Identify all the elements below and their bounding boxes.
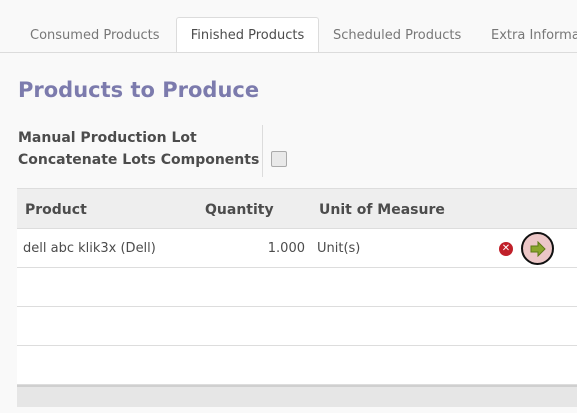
cell-quantity: 1.000	[267, 241, 305, 256]
concatenate-lots-checkbox[interactable]	[271, 151, 287, 167]
table-footer	[17, 385, 577, 407]
section-title: Products to Produce	[18, 78, 260, 102]
concatenate-lots-label: Concatenate Lots Components	[18, 152, 260, 168]
tab-consumed-products[interactable]: Consumed Products	[30, 18, 159, 52]
arrow-right-icon	[530, 241, 546, 257]
table-row[interactable]: dell abc klik3x (Dell) 1.000 Unit(s) ✕	[17, 229, 577, 268]
column-header-quantity[interactable]: Quantity	[205, 202, 274, 218]
cell-uom: Unit(s)	[317, 241, 361, 256]
delete-icon[interactable]: ✕	[499, 242, 513, 256]
column-header-product[interactable]: Product	[25, 202, 87, 218]
table-row-empty	[17, 268, 577, 307]
produce-button[interactable]	[521, 232, 554, 265]
table-row-empty	[17, 307, 577, 346]
tab-finished-products[interactable]: Finished Products	[176, 17, 319, 52]
table-header: Product Quantity Unit of Measure	[17, 188, 577, 229]
field-divider	[262, 125, 263, 177]
notebook-tabs: Consumed Products Finished Products Sche…	[0, 0, 577, 53]
manual-production-lot-label: Manual Production Lot	[18, 130, 197, 146]
tab-scheduled-products[interactable]: Scheduled Products	[333, 18, 461, 52]
products-table: Product Quantity Unit of Measure dell ab…	[17, 188, 577, 407]
tab-extra-information[interactable]: Extra Information	[491, 18, 577, 52]
table-row-empty	[17, 346, 577, 385]
cell-product: dell abc klik3x (Dell)	[23, 241, 156, 256]
column-header-uom[interactable]: Unit of Measure	[319, 202, 445, 218]
